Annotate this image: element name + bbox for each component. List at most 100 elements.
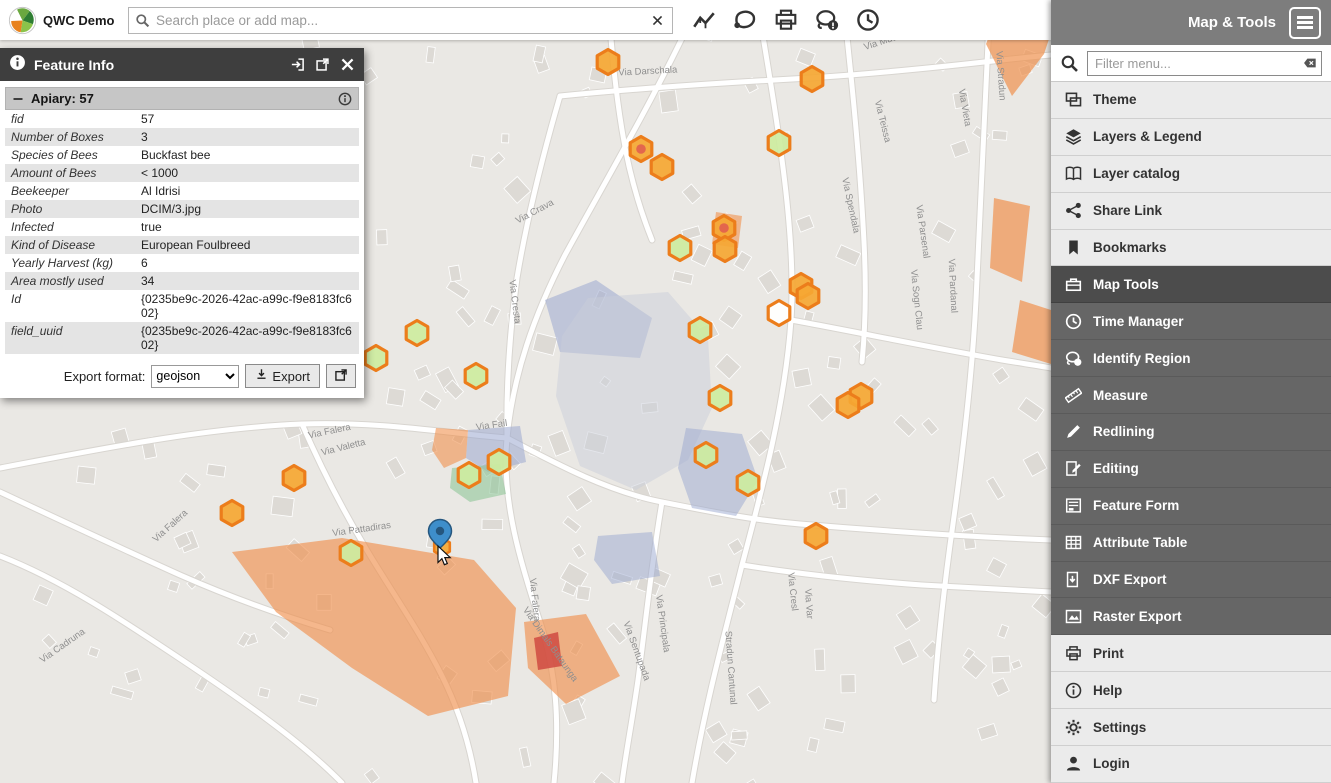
bookmark-icon	[1064, 239, 1082, 256]
collapse-icon[interactable]	[12, 93, 24, 105]
apiary-marker[interactable]	[340, 541, 362, 566]
sidebar-item-label: Editing	[1093, 461, 1139, 476]
apiary-marker[interactable]	[597, 50, 619, 75]
search-bar[interactable]	[128, 7, 673, 34]
sidebar-item-layer-catalog[interactable]: Layer catalog	[1051, 156, 1331, 193]
apiary-marker[interactable]	[768, 301, 790, 326]
sidebar-item-attribute-table[interactable]: Attribute Table	[1051, 525, 1331, 562]
sidebar-item-map-tools[interactable]: Map Tools	[1051, 266, 1331, 303]
filter-menu-input[interactable]	[1087, 51, 1322, 76]
sidebar-item-label: Help	[1093, 683, 1122, 698]
sidebar-item-dxf-export[interactable]: DXF Export	[1051, 562, 1331, 599]
apiary-marker[interactable]	[651, 155, 673, 180]
sidebar-item-layers-legend[interactable]: Layers & Legend	[1051, 119, 1331, 156]
apiary-marker[interactable]	[737, 471, 759, 496]
search-icon	[129, 13, 156, 28]
apiary-marker[interactable]	[406, 321, 428, 346]
qwc-app: Via DarschalaVia MuttaVia TeissaVia Viet…	[0, 0, 1331, 783]
feature-info-circle-icon[interactable]	[338, 92, 352, 106]
print-icon[interactable]	[769, 4, 803, 36]
sidebar-item-label: Measure	[1093, 388, 1148, 403]
sidebar-title: Map & Tools	[1188, 14, 1276, 31]
apiary-marker[interactable]	[689, 318, 711, 343]
sidebar-item-label: Feature Form	[1093, 498, 1179, 513]
apiary-marker[interactable]	[365, 346, 387, 371]
apiary-marker[interactable]	[837, 393, 859, 418]
sidebar-item-redlining[interactable]: Redlining	[1051, 414, 1331, 451]
sidebar-item-identify-region[interactable]: Identify Region	[1051, 340, 1331, 377]
sidebar-item-bookmarks[interactable]: Bookmarks	[1051, 230, 1331, 267]
attribute-value: true	[135, 218, 359, 236]
dock-icon[interactable]	[290, 57, 305, 72]
time-manager-icon[interactable]	[851, 4, 885, 36]
search-input[interactable]	[156, 13, 643, 28]
attribute-value: Al Idrisi	[135, 182, 359, 200]
attribute-row: Amount of Bees< 1000	[5, 164, 359, 182]
apiary-marker[interactable]	[283, 466, 305, 491]
sidebar-menu: ThemeLayers & Legend Layer catalog Share L…	[1051, 82, 1331, 783]
sidebar-item-settings[interactable]: Settings	[1051, 709, 1331, 746]
sidebar-item-login[interactable]: Login	[1051, 746, 1331, 783]
export-format-select[interactable]: geojson	[151, 365, 239, 388]
feature-header-bar[interactable]: Apiary: 57	[5, 87, 359, 110]
sidebar-item-label: Attribute Table	[1093, 535, 1187, 550]
login-icon	[1064, 755, 1082, 772]
dxf-export-icon	[1064, 571, 1082, 588]
sidebar-item-print[interactable]: Print	[1051, 635, 1331, 672]
print-icon	[1064, 645, 1082, 662]
sidebar-item-label: DXF Export	[1093, 572, 1167, 587]
feature-form-icon	[1064, 497, 1082, 514]
apiary-marker[interactable]	[465, 364, 487, 389]
sidebar-item-time-manager[interactable]: Time Manager	[1051, 303, 1331, 340]
attribute-value: 34	[135, 272, 359, 290]
clear-search-icon[interactable]	[643, 14, 672, 27]
sidebar-item-theme[interactable]: Theme	[1051, 82, 1331, 119]
attribute-row: Kind of DiseaseEuropean Foulbreed	[5, 236, 359, 254]
sidebar-item-raster-export[interactable]: Raster Export	[1051, 598, 1331, 635]
close-icon[interactable]	[340, 57, 355, 72]
apiary-marker[interactable]	[768, 131, 790, 156]
apiary-marker[interactable]	[221, 501, 243, 526]
apiary-marker[interactable]	[797, 284, 819, 309]
sidebar-item-help[interactable]: Help	[1051, 672, 1331, 709]
sidebar-item-measure[interactable]: Measure	[1051, 377, 1331, 414]
sidebar-item-share-link[interactable]: Share Link	[1051, 193, 1331, 230]
sidebar-header: Map & Tools	[1051, 0, 1331, 45]
identify-region-icon	[1064, 350, 1082, 367]
apiary-marker[interactable]	[709, 386, 731, 411]
attribute-value: 3	[135, 128, 359, 146]
identify-region-icon[interactable]	[810, 4, 844, 36]
apiary-marker[interactable]	[805, 524, 827, 549]
attribute-value: < 1000	[135, 164, 359, 182]
draw-region-icon[interactable]	[728, 4, 762, 36]
apiary-marker[interactable]	[714, 237, 736, 262]
settings-icon	[1064, 719, 1082, 736]
menu-toggle-button[interactable]	[1289, 7, 1321, 39]
apiary-marker[interactable]	[695, 443, 717, 468]
redlining-icon	[1064, 423, 1082, 440]
measure-icon[interactable]	[687, 4, 721, 36]
raster-export-icon	[1064, 608, 1082, 625]
export-button[interactable]: Export	[245, 364, 320, 388]
download-icon	[255, 368, 268, 384]
sidebar-item-label: Settings	[1093, 720, 1146, 735]
apiary-marker[interactable]	[801, 67, 823, 92]
attribute-value: {0235be9c-2026-42ac-a99c-f9e8183fc602}	[135, 290, 359, 322]
panel-title: Feature Info	[34, 57, 282, 73]
detach-window-icon[interactable]	[315, 57, 330, 72]
clock-icon	[1064, 313, 1082, 330]
attribute-row: PhotoDCIM/3.jpg	[5, 200, 359, 218]
apiary-marker[interactable]	[488, 450, 510, 475]
sidebar-item-label: Layer catalog	[1093, 166, 1180, 181]
attribute-row: BeekeeperAl Idrisi	[5, 182, 359, 200]
attribute-row: Yearly Harvest (kg)6	[5, 254, 359, 272]
clear-filter-icon[interactable]	[1303, 56, 1317, 70]
help-icon	[1064, 682, 1082, 699]
sidebar-item-feature-form[interactable]: Feature Form	[1051, 488, 1331, 525]
attribute-table: fid57Number of Boxes3Species of BeesBuck…	[5, 110, 359, 354]
apiary-marker[interactable]	[669, 236, 691, 261]
export-to-window-button[interactable]	[326, 364, 356, 388]
sidebar-item-label: Bookmarks	[1093, 240, 1167, 255]
apiary-marker[interactable]	[458, 463, 480, 488]
sidebar-item-editing[interactable]: Editing	[1051, 451, 1331, 488]
